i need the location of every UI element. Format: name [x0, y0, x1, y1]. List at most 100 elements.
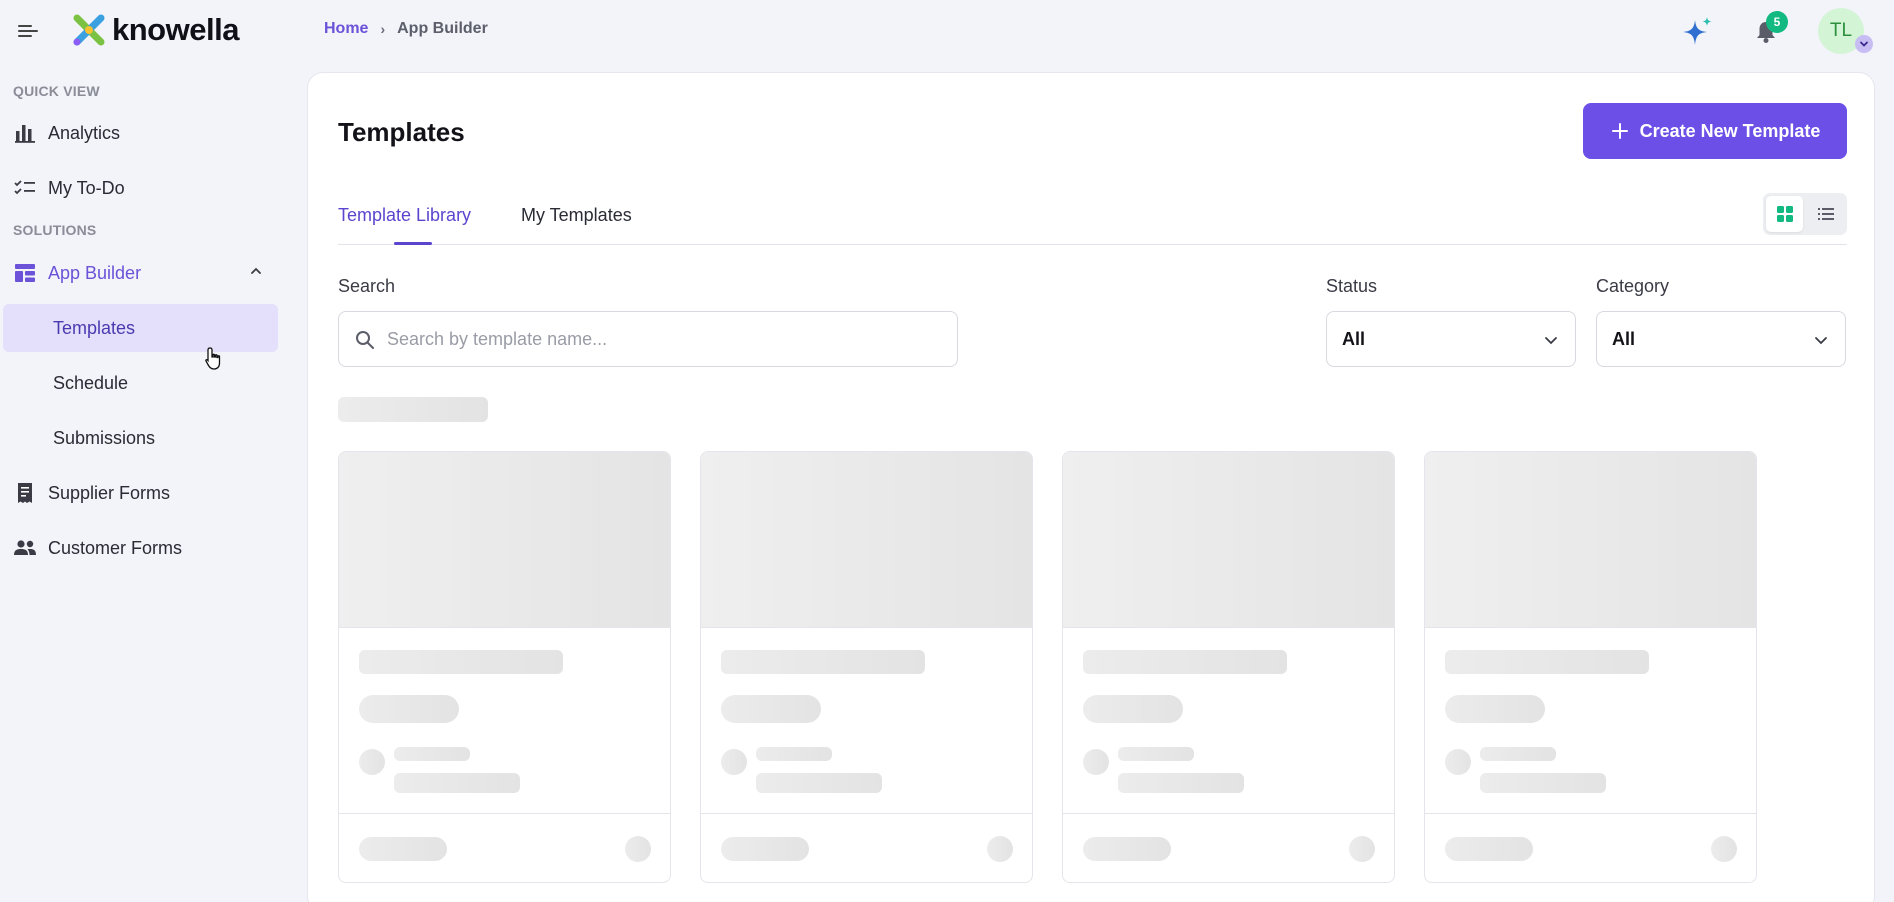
receipt-icon	[13, 481, 37, 505]
skeleton-card	[700, 451, 1033, 883]
sidebar-item-label: Supplier Forms	[48, 482, 171, 503]
skeleton-line	[394, 747, 470, 761]
chevron-down-icon	[1543, 332, 1559, 353]
skeleton-line	[1118, 773, 1244, 793]
search-label: Search	[338, 276, 396, 296]
breadcrumb-current: App Builder	[397, 20, 488, 37]
sidebar-item-label: Customer Forms	[48, 537, 183, 558]
search-icon	[354, 329, 376, 356]
search-field	[338, 311, 958, 367]
skeleton-card	[338, 451, 671, 883]
tab-template-library[interactable]: Template Library	[338, 205, 471, 226]
ai-sparkle-icon[interactable]	[1680, 14, 1716, 50]
sidebar-item-label: Submissions	[53, 427, 156, 448]
sidebar-section-quick-view: QUICK VIEW	[13, 83, 100, 99]
view-mode-toggle	[1763, 193, 1847, 235]
skeleton-image	[1063, 452, 1394, 628]
divider	[1063, 813, 1394, 814]
sidebar-section-solutions: SOLUTIONS	[13, 222, 97, 238]
skeleton-line	[394, 773, 520, 793]
breadcrumb-home[interactable]: Home	[324, 20, 368, 38]
menu-toggle-icon[interactable]	[16, 20, 40, 42]
main-panel: Templates Create New Template Template L…	[307, 72, 1875, 902]
sidebar-item-analytics[interactable]: Analytics	[0, 109, 290, 157]
active-tab-indicator	[394, 242, 432, 245]
category-value: All	[1612, 328, 1636, 349]
sidebar-item-customer-forms[interactable]: Customer Forms	[0, 524, 290, 572]
sidebar-item-supplier-forms[interactable]: Supplier Forms	[0, 469, 290, 517]
skeleton-image	[339, 452, 670, 628]
skeleton-pill	[359, 837, 447, 861]
divider	[701, 813, 1032, 814]
skeleton-image	[1425, 452, 1756, 628]
category-select[interactable]: All	[1596, 311, 1846, 367]
skeleton-pill	[1445, 695, 1545, 723]
status-label: Status	[1326, 276, 1378, 296]
skeleton-avatar	[1083, 749, 1109, 775]
skeleton-pill	[1445, 837, 1533, 861]
divider	[1425, 813, 1756, 814]
mouse-cursor-icon	[204, 346, 224, 372]
list-icon	[1817, 208, 1834, 220]
sidebar-item-label: App Builder	[48, 262, 142, 283]
skeleton-line	[1480, 773, 1606, 793]
skeleton-line	[721, 650, 925, 674]
status-select[interactable]: All	[1326, 311, 1576, 367]
sidebar: QUICK VIEW Analytics My To-Do SOLUTIONS …	[0, 62, 290, 902]
create-button-label: Create New Template	[1639, 120, 1821, 141]
category-label: Category	[1596, 276, 1670, 296]
search-input[interactable]	[387, 328, 927, 350]
people-icon	[13, 536, 37, 560]
divider	[339, 813, 670, 814]
page-title: Templates	[338, 117, 465, 147]
skeleton-image	[701, 452, 1032, 628]
top-bar: knowella Home › App Builder 5 TL	[0, 0, 1894, 62]
sidebar-item-label: My To-Do	[48, 177, 125, 198]
skeleton-line	[1445, 650, 1649, 674]
skeleton-count-bar	[338, 397, 488, 422]
skeleton-avatar	[359, 749, 385, 775]
dashboard-icon	[13, 261, 37, 285]
skeleton-pill	[1083, 837, 1171, 861]
skeleton-pill	[721, 837, 809, 861]
sidebar-item-schedule[interactable]: Schedule	[3, 359, 278, 407]
skeleton-line	[1480, 747, 1556, 761]
chevron-down-icon[interactable]	[1855, 35, 1873, 53]
notification-badge: 5	[1766, 11, 1788, 33]
create-new-template-button[interactable]: Create New Template	[1583, 103, 1847, 159]
skeleton-avatar	[1445, 749, 1471, 775]
skeleton-card	[1062, 451, 1395, 883]
logo-text: knowella	[112, 12, 239, 47]
skeleton-icon	[1349, 836, 1375, 862]
chevron-up-icon[interactable]	[248, 263, 264, 284]
sidebar-item-my-to-do[interactable]: My To-Do	[0, 164, 290, 212]
skeleton-pill	[1083, 695, 1183, 723]
skeleton-icon	[987, 836, 1013, 862]
bar-chart-icon	[13, 121, 37, 145]
logo-mark-icon	[73, 14, 105, 46]
grid-icon	[1776, 206, 1793, 222]
sidebar-item-label: Analytics	[48, 122, 121, 143]
logo[interactable]: knowella	[72, 12, 239, 48]
skeleton-line	[1083, 650, 1287, 674]
sidebar-item-templates[interactable]: Templates	[3, 304, 278, 352]
checklist-icon	[13, 176, 37, 200]
grid-view-button[interactable]	[1766, 196, 1803, 232]
skeleton-pill	[359, 695, 459, 723]
skeleton-pill	[721, 695, 821, 723]
plus-icon	[1611, 123, 1628, 139]
sidebar-item-app-builder[interactable]: App Builder	[0, 249, 290, 297]
sidebar-item-submissions[interactable]: Submissions	[3, 414, 278, 462]
tab-my-templates[interactable]: My Templates	[521, 205, 632, 226]
tab-bar: Template Library My Templates	[338, 193, 1847, 245]
skeleton-avatar	[721, 749, 747, 775]
skeleton-line	[756, 747, 832, 761]
sidebar-item-label: Schedule	[53, 372, 129, 393]
skeleton-card	[1424, 451, 1757, 883]
skeleton-line	[359, 650, 563, 674]
skeleton-icon	[1711, 836, 1737, 862]
skeleton-line	[1118, 747, 1194, 761]
chevron-down-icon	[1813, 332, 1829, 353]
list-view-button[interactable]	[1807, 196, 1844, 232]
breadcrumb-separator: ›	[380, 21, 386, 37]
